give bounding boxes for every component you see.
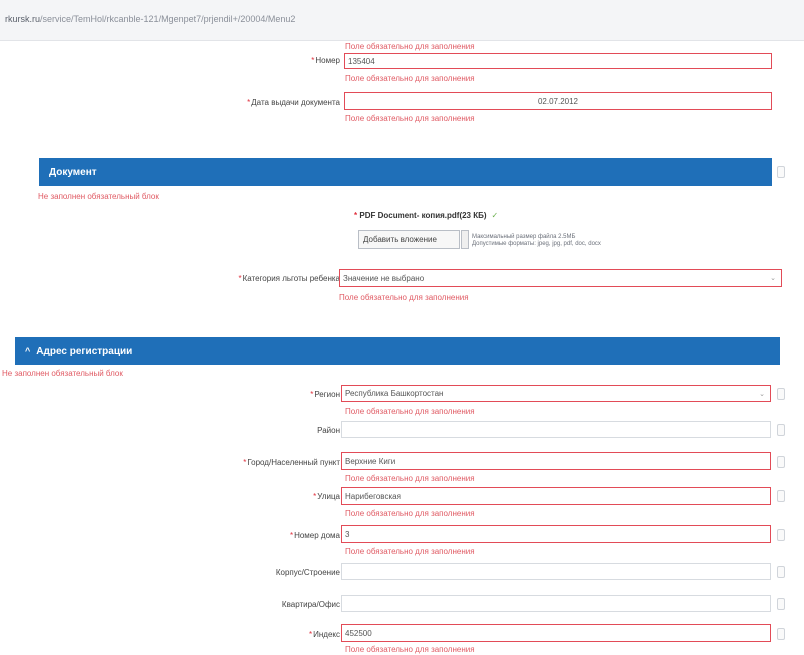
clear-field-icon[interactable] bbox=[777, 388, 785, 400]
file-size-note: Максимальный размер файла 2.5МБ bbox=[472, 234, 576, 240]
apartment-label: Квартира/Офис bbox=[281, 600, 340, 609]
number-label: *Номер bbox=[311, 56, 340, 65]
error-message: Поле обязательно для заполнения bbox=[345, 645, 475, 654]
city-label: *Город/Населенный пункт bbox=[243, 458, 340, 467]
collapse-toggle-icon[interactable] bbox=[777, 166, 785, 178]
error-message: Поле обязательно для заполнения bbox=[345, 42, 475, 51]
postal-index-input[interactable]: 452500 bbox=[341, 624, 771, 642]
building-label: Корпус/Строение bbox=[275, 568, 340, 577]
clear-field-icon[interactable] bbox=[777, 456, 785, 468]
error-message: Поле обязательно для заполнения bbox=[345, 114, 475, 123]
postal-index-label: *Индекс bbox=[309, 630, 340, 639]
chevron-down-icon: ⌄ bbox=[759, 390, 765, 398]
clear-field-icon[interactable] bbox=[777, 566, 785, 578]
document-section-header[interactable]: Документ bbox=[39, 158, 772, 186]
building-input[interactable] bbox=[341, 563, 771, 580]
error-message: Поле обязательно для заполнения bbox=[345, 509, 475, 518]
benefit-category-select[interactable]: Значение не выбрано ⌄ bbox=[339, 269, 782, 287]
block-error-message: Не заполнен обязательный блок bbox=[38, 192, 159, 201]
region-label: *Регион bbox=[310, 390, 340, 399]
street-label: *Улица bbox=[313, 492, 340, 501]
error-message: Поле обязательно для заполнения bbox=[345, 547, 475, 556]
benefit-category-label: *Категория льготы ребенка bbox=[238, 274, 340, 283]
clear-field-icon[interactable] bbox=[777, 628, 785, 640]
house-number-input[interactable]: 3 bbox=[341, 525, 771, 543]
number-input[interactable]: 135404 bbox=[344, 53, 772, 69]
city-input[interactable]: Верхние Киги bbox=[341, 452, 771, 470]
issue-date-label: *Дата выдачи документа bbox=[247, 98, 340, 107]
house-number-label: *Номер дома bbox=[289, 531, 340, 540]
address-section-header[interactable]: ^ Адрес регистрации bbox=[15, 337, 780, 365]
district-label: Район bbox=[317, 426, 340, 435]
apartment-input[interactable] bbox=[341, 595, 771, 612]
chevron-up-icon: ^ bbox=[25, 346, 31, 356]
district-input[interactable] bbox=[341, 421, 771, 438]
error-message: Поле обязательно для заполнения bbox=[339, 293, 469, 302]
chevron-down-icon: ⌄ bbox=[770, 275, 776, 282]
file-formats-note: Допустимые форматы: jpeg, jpg, pdf, doc,… bbox=[472, 241, 601, 247]
issue-date-input[interactable]: 02.07.2012 bbox=[344, 92, 772, 110]
error-message: Поле обязательно для заполнения bbox=[345, 407, 475, 416]
attachment-dropdown-icon[interactable] bbox=[461, 230, 469, 249]
clear-field-icon[interactable] bbox=[777, 529, 785, 541]
region-select[interactable]: Республика Башкортостан ⌄ bbox=[341, 385, 771, 402]
clear-field-icon[interactable] bbox=[777, 490, 785, 502]
url-text[interactable]: rkursk.ru/service/TemHol/rkcanble-121/Mg… bbox=[5, 14, 295, 24]
attached-file[interactable]: * PDF Document- копия.pdf(23 КБ) ✓ bbox=[354, 211, 498, 220]
check-icon: ✓ bbox=[491, 211, 499, 220]
error-message: Поле обязательно для заполнения bbox=[345, 74, 475, 83]
error-message: Поле обязательно для заполнения bbox=[345, 474, 475, 483]
street-input[interactable]: Нарибеговская bbox=[341, 487, 771, 505]
block-error-message: Не заполнен обязательный блок bbox=[2, 369, 123, 378]
clear-field-icon[interactable] bbox=[777, 598, 785, 610]
clear-field-icon[interactable] bbox=[777, 424, 785, 436]
add-attachment-button[interactable]: Добавить вложение bbox=[358, 230, 460, 249]
